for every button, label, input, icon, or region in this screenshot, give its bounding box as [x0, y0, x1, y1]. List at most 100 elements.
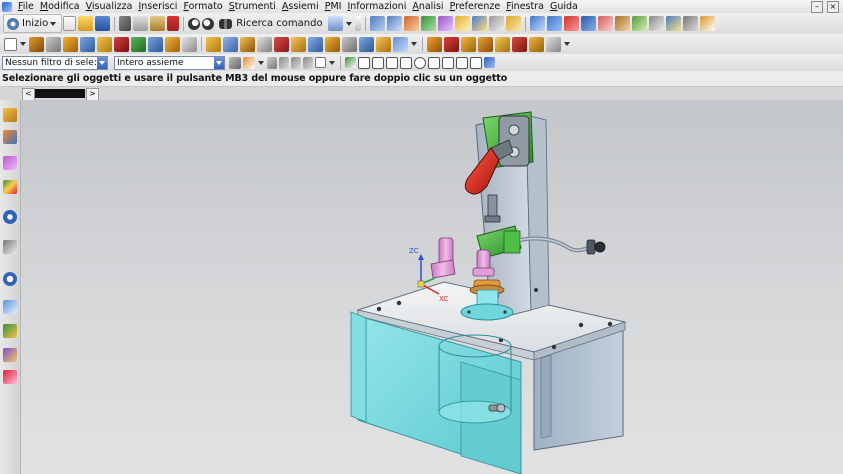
chamfer-icon[interactable] — [182, 36, 197, 52]
close-icon[interactable]: × — [827, 1, 839, 13]
assembly-navigator-icon[interactable] — [3, 108, 17, 122]
view-icon[interactable] — [369, 16, 385, 31]
scope-select[interactable]: Intero assieme — [114, 55, 225, 70]
rectangle-select-icon[interactable] — [315, 57, 326, 68]
manufacturing-wizard-icon[interactable] — [3, 348, 17, 362]
reference-set-icon[interactable] — [529, 36, 544, 52]
draft-icon[interactable] — [342, 36, 357, 52]
grid-icon[interactable] — [488, 16, 504, 31]
constraint-navigator-icon[interactable] — [3, 130, 17, 144]
clearance-icon[interactable] — [512, 36, 527, 52]
chevron-down-icon[interactable] — [329, 60, 335, 65]
pad-icon[interactable] — [114, 36, 129, 52]
menu-informazioni[interactable]: Informazioni — [344, 0, 409, 13]
nozzle-right-tip[interactable] — [472, 267, 495, 277]
start-button[interactable]: Inizio — [3, 14, 63, 33]
component-icon[interactable] — [444, 36, 459, 52]
menu-file[interactable]: File — [15, 0, 37, 13]
type-filter-select[interactable]: Nessun filtro di sele: — [2, 55, 108, 70]
clamp-spindle-tip[interactable] — [484, 215, 501, 223]
cursor-icon[interactable] — [267, 56, 277, 69]
split-icon[interactable] — [274, 36, 289, 52]
menu-assiemi[interactable]: Assiemi — [279, 0, 322, 13]
subtract-icon[interactable] — [223, 36, 238, 52]
tool-icon[interactable] — [614, 16, 630, 31]
clamp-spindle[interactable] — [487, 194, 498, 218]
mirror-icon[interactable] — [291, 36, 306, 52]
graphics-window[interactable]: ZC XC — [21, 100, 843, 474]
history-icon[interactable] — [3, 240, 17, 254]
pipe-connector[interactable] — [594, 241, 606, 253]
existing-point-icon[interactable] — [470, 56, 482, 69]
menu-visualizza[interactable]: Visualizza — [83, 0, 136, 13]
offset-icon[interactable] — [359, 36, 374, 52]
wave-icon[interactable] — [546, 36, 561, 52]
quadrant-icon[interactable] — [428, 56, 440, 69]
open-folder-icon[interactable] — [78, 16, 94, 31]
surface-icon[interactable] — [393, 36, 408, 52]
analysis-icon[interactable] — [665, 16, 681, 31]
chevron-down-icon[interactable] — [411, 42, 417, 46]
snap-icon[interactable] — [420, 16, 436, 31]
wrench-icon[interactable] — [699, 16, 715, 31]
menu-finestra[interactable]: Finestra — [503, 0, 547, 13]
pan-icon[interactable] — [303, 56, 313, 69]
trim-icon[interactable] — [257, 36, 272, 52]
reuse-library-icon[interactable] — [3, 180, 17, 194]
nozzle-holder-block[interactable] — [503, 230, 521, 254]
tab-active[interactable] — [35, 89, 85, 98]
groove-icon[interactable] — [148, 36, 163, 52]
menu-guida[interactable]: Guida — [547, 0, 581, 13]
midpoint-icon[interactable] — [358, 56, 370, 69]
revolve-icon[interactable] — [46, 36, 61, 52]
save-icon[interactable] — [95, 16, 111, 31]
chevron-down-icon[interactable] — [345, 21, 352, 26]
extrude-icon[interactable] — [29, 36, 44, 52]
roles-icon[interactable] — [3, 370, 17, 384]
redo-icon[interactable] — [202, 17, 215, 30]
chevron-down-icon[interactable] — [20, 42, 26, 46]
rotate-view-icon[interactable] — [291, 56, 301, 69]
diamond-icon[interactable] — [597, 16, 613, 31]
frame-rear-leg[interactable] — [540, 354, 552, 439]
clamp-body[interactable] — [498, 115, 530, 167]
filter-icon[interactable] — [229, 56, 241, 69]
new-file-icon[interactable] — [63, 16, 77, 31]
nozzle-left-elbow[interactable] — [430, 259, 456, 279]
selection-filter-icon[interactable] — [546, 16, 562, 31]
chevron-down-icon[interactable] — [564, 42, 570, 46]
move-icon[interactable] — [471, 16, 487, 31]
undo-icon[interactable] — [188, 17, 201, 30]
arc-icon[interactable] — [386, 56, 398, 69]
door-knob[interactable] — [496, 403, 506, 413]
web-browser-icon[interactable] — [3, 210, 17, 224]
unite-icon[interactable] — [206, 36, 221, 52]
pattern-icon[interactable] — [308, 36, 323, 52]
point-on-curve-icon[interactable] — [456, 56, 468, 69]
link-icon[interactable] — [648, 16, 664, 31]
center-icon[interactable] — [414, 56, 426, 69]
endpoint-icon[interactable] — [345, 57, 356, 68]
edit-icon[interactable] — [454, 16, 470, 31]
constraint-icon[interactable] — [461, 36, 476, 52]
clock-icon[interactable] — [3, 272, 17, 286]
measure-icon[interactable] — [403, 16, 419, 31]
glass-enclosure-left[interactable] — [350, 311, 367, 423]
slot-icon[interactable] — [131, 36, 146, 52]
system-materials-icon[interactable] — [3, 300, 17, 314]
position-icon[interactable] — [478, 36, 493, 52]
chevron-down-icon[interactable] — [258, 60, 264, 65]
thicken-icon[interactable] — [376, 36, 391, 52]
explode-icon[interactable] — [495, 36, 510, 52]
pencil-icon[interactable] — [505, 16, 521, 31]
process-studio-icon[interactable] — [3, 324, 17, 338]
boss-icon[interactable] — [80, 36, 95, 52]
pipe-fitting[interactable] — [586, 239, 596, 255]
menu-strumenti[interactable]: Strumenti — [226, 0, 279, 13]
intersect-icon[interactable] — [240, 36, 255, 52]
snap-point-icon[interactable] — [243, 56, 255, 69]
blend-icon[interactable] — [165, 36, 180, 52]
shell-icon[interactable] — [325, 36, 340, 52]
minimize-icon[interactable]: – — [811, 1, 823, 13]
menu-analisi[interactable]: Analisi — [409, 0, 446, 13]
